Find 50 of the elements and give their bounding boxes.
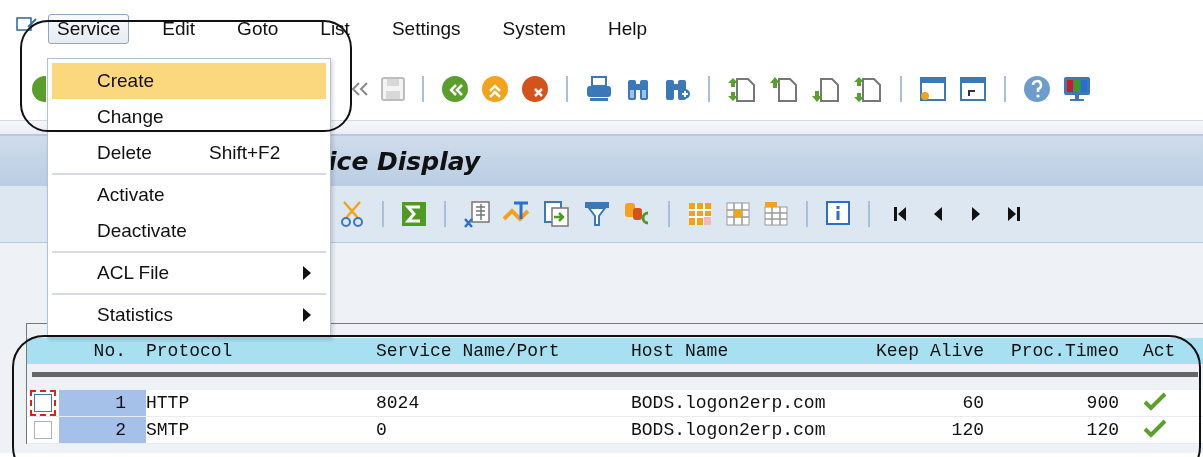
menu-option[interactable]: Create [52,63,326,99]
table-cell-text: 8024 [376,393,421,413]
page-arrows-icon[interactable] [852,74,884,104]
help-icon[interactable] [1022,74,1052,104]
column-header[interactable]: Proc.Timeo [996,341,1131,361]
table-cell-text: SMTP [146,420,191,440]
enter-icon[interactable] [30,75,46,103]
menu-item[interactable]: Edit [153,14,205,44]
scissors-icon[interactable] [338,199,366,229]
column-header[interactable]: Protocol [146,341,376,361]
table-cell: 1 [59,390,146,416]
menu-option[interactable]: Activate [52,177,326,213]
new-window-icon[interactable] [918,74,948,104]
menu-option[interactable]: Delete Shift+F2 [52,135,326,171]
menu-option[interactable]: Change [52,99,326,135]
monitor-icon[interactable] [1062,74,1092,104]
table-cell-text: 900 [1085,393,1120,413]
table-cell-text: 120 [950,420,985,440]
menu-item[interactable]: Service [48,14,130,44]
spreadsheet-export-icon[interactable] [462,199,492,229]
menu-option[interactable]: ACL File [52,255,326,291]
screen-title: ice Display [328,146,481,176]
document-export-icon[interactable] [542,199,572,229]
cancel-icon[interactable] [520,74,550,104]
table-cell-text: BODS.logon2erp.com [631,420,827,440]
print-icon[interactable] [584,74,614,104]
column-header[interactable]: No. [59,341,146,361]
window-shortcut-icon[interactable] [958,74,988,104]
column-header[interactable]: Act [1131,341,1203,361]
column-header[interactable]: Host Name [631,341,866,361]
table-cell-text: HTTP [146,393,191,413]
grid-icon[interactable] [724,199,752,229]
table-cell-text: 0 [376,420,388,440]
table-cell: 2 [59,417,146,443]
row-checkbox[interactable] [34,421,52,439]
grid-icon[interactable] [762,199,790,229]
column-header[interactable]: Keep Alive [866,341,996,361]
menu-item[interactable]: System [493,14,575,44]
table-cell-text: BODS.logon2erp.com [631,393,827,413]
menu-item[interactable]: Help [598,14,656,44]
menu-option[interactable]: Statistics [52,297,326,333]
back-icon[interactable] [440,74,470,104]
column-header[interactable]: Service Name/Port [376,341,631,361]
menu-item[interactable]: Settings [382,14,470,44]
menu-item[interactable]: Goto [228,14,288,44]
sigma-icon[interactable] [400,199,428,229]
menu-option[interactable]: Deactivate [52,213,326,249]
filter-icon[interactable] [582,199,612,229]
table-cell-text: 120 [1085,420,1120,440]
table-cell-text: 60 [961,393,985,413]
